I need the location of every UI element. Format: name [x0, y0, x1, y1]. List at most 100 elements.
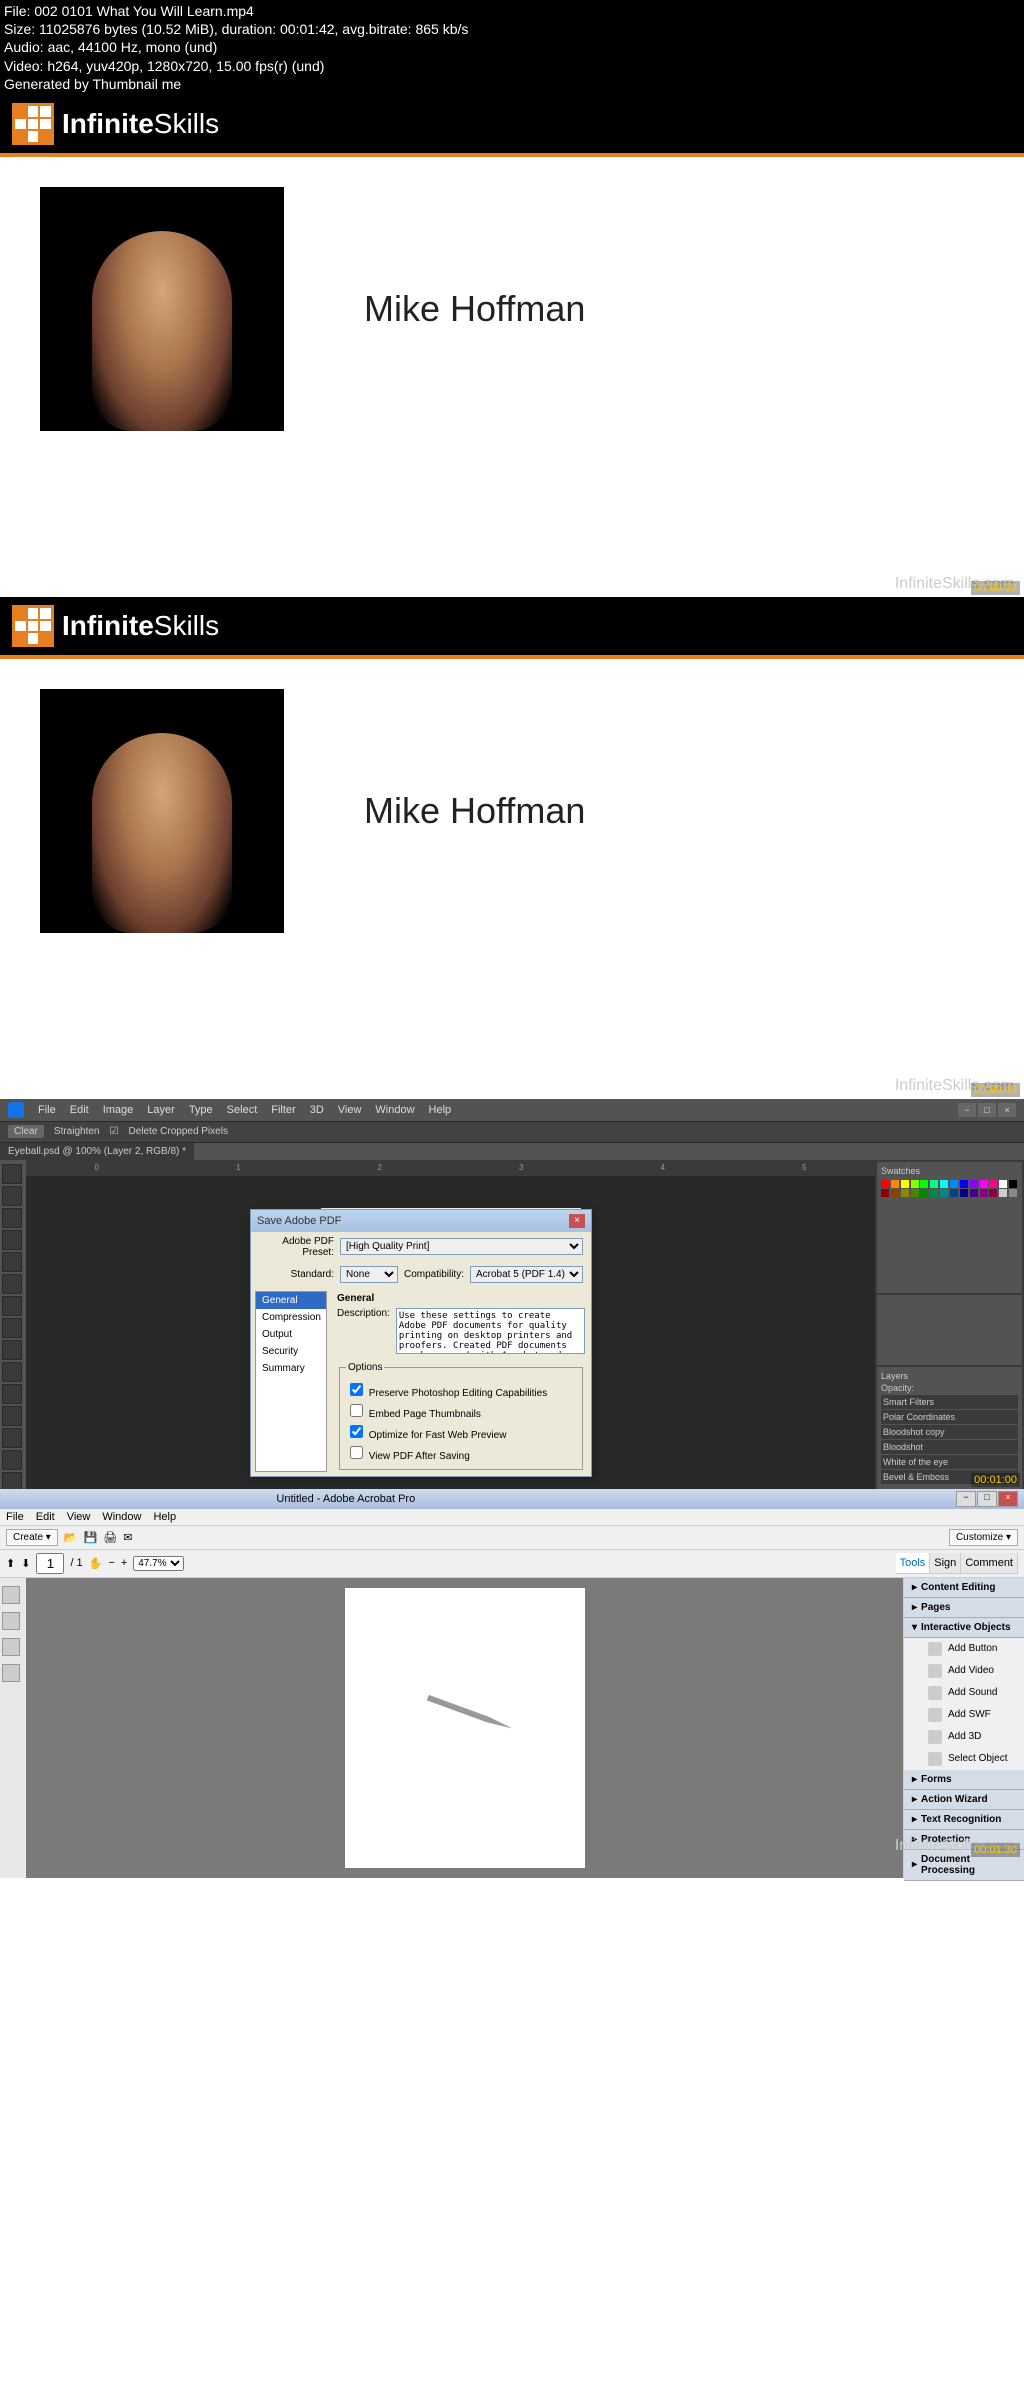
side-output[interactable]: Output: [256, 1326, 326, 1343]
shape-tool-icon[interactable]: [2, 1428, 22, 1448]
menu-window[interactable]: Window: [375, 1104, 414, 1116]
menu-filter[interactable]: Filter: [271, 1104, 295, 1116]
side-summary[interactable]: Summary: [256, 1360, 326, 1377]
layer-item[interactable]: Smart Filters: [881, 1395, 1018, 1409]
prev-page-icon[interactable]: ⬆: [6, 1557, 15, 1570]
desc-text[interactable]: Use these settings to create Adobe PDF d…: [396, 1308, 585, 1354]
tab-tools[interactable]: Tools: [896, 1553, 931, 1573]
zoom-select[interactable]: 47.7%: [133, 1556, 184, 1571]
section-forms[interactable]: ▸ Forms: [904, 1770, 1024, 1790]
crop-tool-icon[interactable]: [2, 1252, 22, 1272]
menu-view[interactable]: View: [338, 1104, 362, 1116]
section-pages[interactable]: ▸ Pages: [904, 1598, 1024, 1618]
page-input[interactable]: [36, 1553, 64, 1574]
acrobat-window: Untitled - Adobe Acrobat Pro −□× File Ed…: [0, 1489, 1024, 1859]
stamp-tool-icon[interactable]: [2, 1318, 22, 1338]
timecode: 00:00:10: [971, 581, 1020, 595]
preset-select[interactable]: [High Quality Print]: [340, 1238, 583, 1255]
add-3d[interactable]: Add 3D: [904, 1726, 1024, 1748]
section-action[interactable]: ▸ Action Wizard: [904, 1790, 1024, 1810]
menu-select[interactable]: Select: [227, 1104, 258, 1116]
menu-image[interactable]: Image: [103, 1104, 134, 1116]
close-icon[interactable]: ×: [569, 1214, 585, 1228]
bookmarks-icon[interactable]: [2, 1612, 20, 1630]
layer-item[interactable]: Bloodshot: [881, 1440, 1018, 1454]
layer-item[interactable]: Bloodshot copy: [881, 1425, 1018, 1439]
maximize-icon[interactable]: □: [978, 1103, 996, 1117]
page-count: / 1: [70, 1557, 82, 1569]
ps-panels: Swatches Layers Opacity: Smart Filters P…: [875, 1160, 1024, 1500]
layer-item[interactable]: White of the eye: [881, 1455, 1018, 1469]
customize-button[interactable]: Customize ▾: [949, 1529, 1018, 1546]
clear-button[interactable]: Clear: [8, 1125, 44, 1138]
create-button[interactable]: Create ▾: [6, 1529, 58, 1546]
eraser-tool-icon[interactable]: [2, 1340, 22, 1360]
side-security[interactable]: Security: [256, 1343, 326, 1360]
document-tab[interactable]: Eyeball.psd @ 100% (Layer 2, RGB/8) *: [0, 1143, 194, 1160]
zoom-in-icon[interactable]: +: [121, 1557, 127, 1569]
layer-item[interactable]: Polar Coordinates: [881, 1410, 1018, 1424]
menu-3d[interactable]: 3D: [310, 1104, 324, 1116]
pages-icon[interactable]: [2, 1586, 20, 1604]
close-icon[interactable]: ×: [998, 1491, 1018, 1507]
add-video[interactable]: Add Video: [904, 1660, 1024, 1682]
section-text[interactable]: ▸ Text Recognition: [904, 1810, 1024, 1830]
next-page-icon[interactable]: ⬇: [21, 1557, 30, 1570]
side-general[interactable]: General: [256, 1292, 326, 1309]
menu-view[interactable]: View: [67, 1511, 91, 1523]
save-icon[interactable]: 💾: [84, 1531, 98, 1544]
compat-select[interactable]: Acrobat 5 (PDF 1.4): [470, 1266, 583, 1283]
maximize-icon[interactable]: □: [977, 1491, 997, 1507]
side-compression[interactable]: Compression: [256, 1309, 326, 1326]
section-heading: General: [337, 1293, 585, 1304]
add-button[interactable]: Add Button: [904, 1638, 1024, 1660]
close-icon[interactable]: ×: [998, 1103, 1016, 1117]
menu-help[interactable]: Help: [153, 1511, 176, 1523]
tab-comment[interactable]: Comment: [961, 1553, 1018, 1573]
attachments-icon[interactable]: [2, 1638, 20, 1656]
menu-file[interactable]: File: [38, 1104, 56, 1116]
hand-tool-icon[interactable]: [2, 1450, 22, 1470]
hand-tool-icon[interactable]: ✋: [89, 1557, 103, 1570]
button-icon: [928, 1642, 942, 1656]
menu-file[interactable]: File: [6, 1511, 24, 1523]
standard-select[interactable]: None: [340, 1266, 398, 1283]
section-interactive[interactable]: ▾ Interactive Objects: [904, 1618, 1024, 1638]
menu-edit[interactable]: Edit: [70, 1104, 89, 1116]
opt-optimize[interactable]: Optimize for Fast Web Preview: [346, 1421, 576, 1442]
brush-tool-icon[interactable]: [2, 1296, 22, 1316]
menu-type[interactable]: Type: [189, 1104, 213, 1116]
opt-preserve[interactable]: Preserve Photoshop Editing Capabilities: [346, 1379, 576, 1400]
menu-help[interactable]: Help: [429, 1104, 452, 1116]
menu-window[interactable]: Window: [102, 1511, 141, 1523]
gradient-tool-icon[interactable]: [2, 1362, 22, 1382]
pen-tool-icon[interactable]: [2, 1384, 22, 1404]
menu-layer[interactable]: Layer: [147, 1104, 175, 1116]
open-icon[interactable]: 📂: [64, 1531, 78, 1544]
minimize-icon[interactable]: −: [958, 1103, 976, 1117]
wand-tool-icon[interactable]: [2, 1230, 22, 1250]
add-sound[interactable]: Add Sound: [904, 1682, 1024, 1704]
menu-edit[interactable]: Edit: [36, 1511, 55, 1523]
type-tool-icon[interactable]: [2, 1406, 22, 1426]
signatures-icon[interactable]: [2, 1664, 20, 1682]
section-content[interactable]: ▸ Content Editing: [904, 1578, 1024, 1598]
opt-view[interactable]: View PDF After Saving: [346, 1442, 576, 1463]
print-icon[interactable]: 🖨: [103, 1531, 117, 1544]
straighten-button[interactable]: Straighten: [54, 1126, 100, 1137]
add-swf[interactable]: Add SWF: [904, 1704, 1024, 1726]
move-tool-icon[interactable]: [2, 1164, 22, 1184]
zoom-out-icon[interactable]: −: [108, 1557, 114, 1569]
marquee-tool-icon[interactable]: [2, 1186, 22, 1206]
mail-icon[interactable]: ✉: [123, 1531, 132, 1544]
tab-sign[interactable]: Sign: [930, 1553, 961, 1573]
opt-thumbnails[interactable]: Embed Page Thumbnails: [346, 1400, 576, 1421]
swatches-grid[interactable]: [881, 1180, 1018, 1197]
lasso-tool-icon[interactable]: [2, 1208, 22, 1228]
acrobat-menubar: File Edit View Window Help: [0, 1509, 1024, 1526]
minimize-icon[interactable]: −: [956, 1491, 976, 1507]
select-object[interactable]: Select Object: [904, 1748, 1024, 1770]
logo-text: InfiniteSkills: [62, 108, 219, 140]
acrobat-canvas[interactable]: [26, 1578, 903, 1878]
eyedropper-tool-icon[interactable]: [2, 1274, 22, 1294]
